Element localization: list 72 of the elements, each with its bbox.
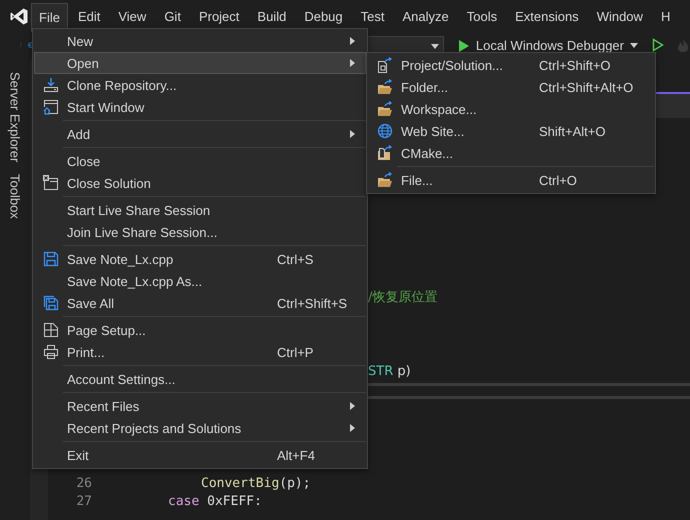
menu-item[interactable]: Account Settings... — [34, 368, 366, 390]
shortcut-text: Ctrl+P — [277, 344, 314, 360]
line-number: 26 — [75, 476, 92, 491]
menu-item[interactable]: Project/Solution... Ctrl+Shift+O — [368, 54, 654, 76]
menu-item[interactable]: File... Ctrl+O — [368, 169, 654, 191]
menu-item[interactable]: Close Solution — [34, 172, 366, 194]
folder-arrow-icon — [377, 101, 393, 117]
menu-item[interactable]: CMake... — [368, 142, 654, 164]
menu-bar-item[interactable]: Build — [249, 2, 294, 30]
menu-bar-item[interactable]: Window — [588, 2, 651, 30]
flame-icon[interactable] — [676, 38, 690, 54]
window-close-icon — [43, 175, 59, 191]
menu-item[interactable]: Workspace... — [368, 98, 654, 120]
menu-item[interactable]: Folder... Ctrl+Shift+Alt+O — [368, 76, 654, 98]
folder-arrow-icon — [377, 172, 393, 188]
shortcut-text: Ctrl+Shift+Alt+O — [539, 80, 634, 94]
shortcut-text: Ctrl+S — [277, 252, 314, 266]
menu-item[interactable]: Start Live Share Session — [34, 199, 366, 221]
menu-bar-item[interactable]: Analyze — [394, 2, 457, 30]
caret-icon — [430, 44, 439, 48]
menu-bar-item[interactable]: Git — [156, 2, 189, 30]
menu-bar-item[interactable]: Tools — [458, 2, 506, 30]
document-arrow-icon — [377, 57, 393, 73]
save-all-icon — [43, 295, 59, 311]
menu-item[interactable]: Start Window — [34, 96, 366, 118]
window-home-icon — [43, 99, 59, 115]
menu-item[interactable]: Save All Ctrl+Shift+S — [34, 292, 366, 314]
side-tab[interactable]: Server Explorer — [8, 72, 22, 162]
menu-item[interactable]: Join Live Share Session... — [34, 221, 366, 243]
print-icon — [43, 344, 59, 360]
code-line: /恢复原位置 — [368, 289, 438, 306]
menu-bar-item[interactable]: H — [652, 2, 678, 30]
logo-icon — [10, 8, 28, 24]
download-icon — [43, 77, 59, 93]
menu-bar-item[interactable]: Project — [190, 2, 248, 30]
menu-item[interactable]: Page Setup... — [34, 319, 366, 341]
shortcut-text: Shift+Alt+O — [539, 124, 606, 138]
shortcut-text: Ctrl+O — [539, 172, 577, 188]
shortcut-text: Ctrl+Shift+S — [277, 296, 348, 310]
code-line: ConvertBig(p); — [200, 476, 311, 491]
side-tab[interactable]: Toolbox — [8, 174, 22, 220]
folder-arrow-icon — [377, 79, 393, 95]
code-line: STR p) — [368, 364, 411, 380]
menu-item[interactable]: Web Site... Shift+Alt+O — [368, 120, 654, 142]
page-layout-icon — [43, 322, 59, 338]
menu-item[interactable]: Close — [34, 150, 366, 172]
menu-item[interactable]: Save Note_Lx.cpp Ctrl+S — [34, 248, 366, 270]
menu-item[interactable]: Open — [34, 52, 366, 74]
run-icon[interactable] — [652, 38, 664, 52]
menu-item[interactable]: Recent Projects and Solutions — [34, 417, 366, 439]
globe-icon — [377, 123, 393, 139]
menu-item[interactable]: New — [34, 30, 366, 52]
menu-bar-item[interactable]: Test — [352, 2, 392, 30]
menu-item[interactable]: Print... Ctrl+P — [34, 341, 366, 363]
menu-item[interactable]: Add — [34, 123, 366, 145]
menu-item[interactable]: Save Note_Lx.cpp As... — [34, 270, 366, 292]
play-icon — [458, 38, 470, 52]
line-number: 27 — [75, 494, 92, 510]
menu-bar-item[interactable]: Extensions — [507, 2, 587, 30]
menu-bar-item[interactable]: Edit — [70, 2, 108, 30]
folder-document-icon — [377, 145, 393, 161]
menu-bar-item[interactable]: Debug — [296, 2, 351, 30]
code-line: case 0xFEFF: — [167, 494, 262, 510]
debugger-button[interactable]: Local Windows Debugger — [456, 38, 640, 53]
menu-item[interactable]: Clone Repository... — [34, 74, 366, 96]
menu-item[interactable]: Exit Alt+F4 — [34, 444, 366, 466]
shortcut-text: Ctrl+Shift+O — [539, 58, 611, 72]
menu-bar-item[interactable]: View — [110, 2, 154, 30]
shortcut-text: Alt+F4 — [277, 448, 315, 462]
caret-icon — [630, 43, 638, 48]
save-icon — [43, 251, 59, 267]
menu-item[interactable]: Recent Files — [34, 395, 366, 417]
